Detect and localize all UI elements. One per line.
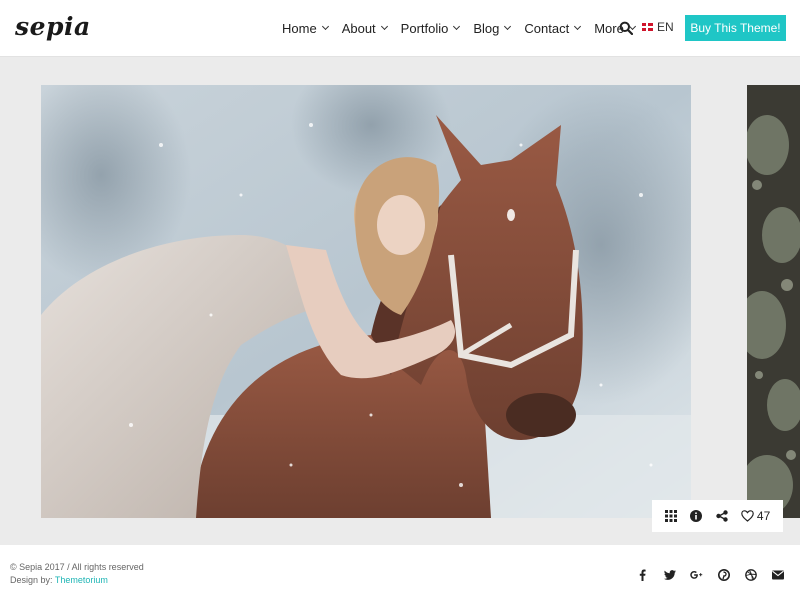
facebook-icon[interactable] [636, 568, 649, 581]
nav-item-blog[interactable]: Blog [473, 20, 512, 36]
site-header: sepia Home About Portfolio Blog Contact … [0, 0, 800, 57]
chevron-down-icon [453, 22, 461, 31]
language-label: EN [657, 20, 674, 34]
email-icon[interactable] [771, 568, 784, 581]
image-toolbar: 47 [652, 500, 783, 532]
nav-item-portfolio[interactable]: Portfolio [400, 20, 461, 36]
design-credit-link[interactable]: Themetorium [55, 575, 108, 585]
site-logo[interactable]: sepia [15, 12, 91, 41]
main-nav: Home About Portfolio Blog Contact More [282, 0, 649, 56]
grid-icon[interactable] [664, 510, 677, 522]
buy-theme-button[interactable]: Buy This Theme! [685, 15, 786, 41]
social-links [636, 568, 798, 581]
pinterest-icon[interactable] [717, 568, 730, 581]
twitter-icon[interactable] [663, 568, 676, 581]
uk-flag-icon [642, 23, 653, 31]
search-icon[interactable] [619, 21, 634, 36]
nav-item-label: Contact [524, 20, 570, 36]
gallery-main-image[interactable] [41, 85, 691, 518]
site-footer: © Sepia 2017 / All rights reserved Desig… [0, 545, 800, 600]
chevron-down-icon [574, 22, 582, 31]
nav-item-label: Home [282, 20, 317, 36]
like-button[interactable]: 47 [741, 509, 770, 523]
nav-item-about[interactable]: About [341, 20, 388, 36]
design-credit-prefix: Design by: [10, 575, 55, 585]
design-credit: Design by: Themetorium [10, 575, 108, 585]
heart-icon [741, 510, 754, 522]
like-count: 47 [756, 509, 771, 523]
nav-item-label: Blog [473, 20, 500, 36]
chevron-down-icon [504, 22, 512, 31]
chevron-down-icon [321, 22, 329, 31]
gallery-next-image[interactable] [747, 85, 800, 518]
info-icon[interactable] [690, 510, 703, 522]
nav-item-label: Portfolio [400, 20, 449, 36]
nav-item-contact[interactable]: Contact [524, 20, 582, 36]
dribbble-icon[interactable] [744, 568, 757, 581]
language-switcher[interactable]: EN [642, 20, 674, 34]
copyright-text: © Sepia 2017 / All rights reserved [10, 562, 144, 572]
share-icon[interactable] [715, 510, 728, 522]
google-plus-icon[interactable] [690, 568, 703, 581]
nav-item-home[interactable]: Home [282, 20, 329, 36]
chevron-down-icon [380, 22, 388, 31]
nav-item-label: About [341, 20, 376, 36]
